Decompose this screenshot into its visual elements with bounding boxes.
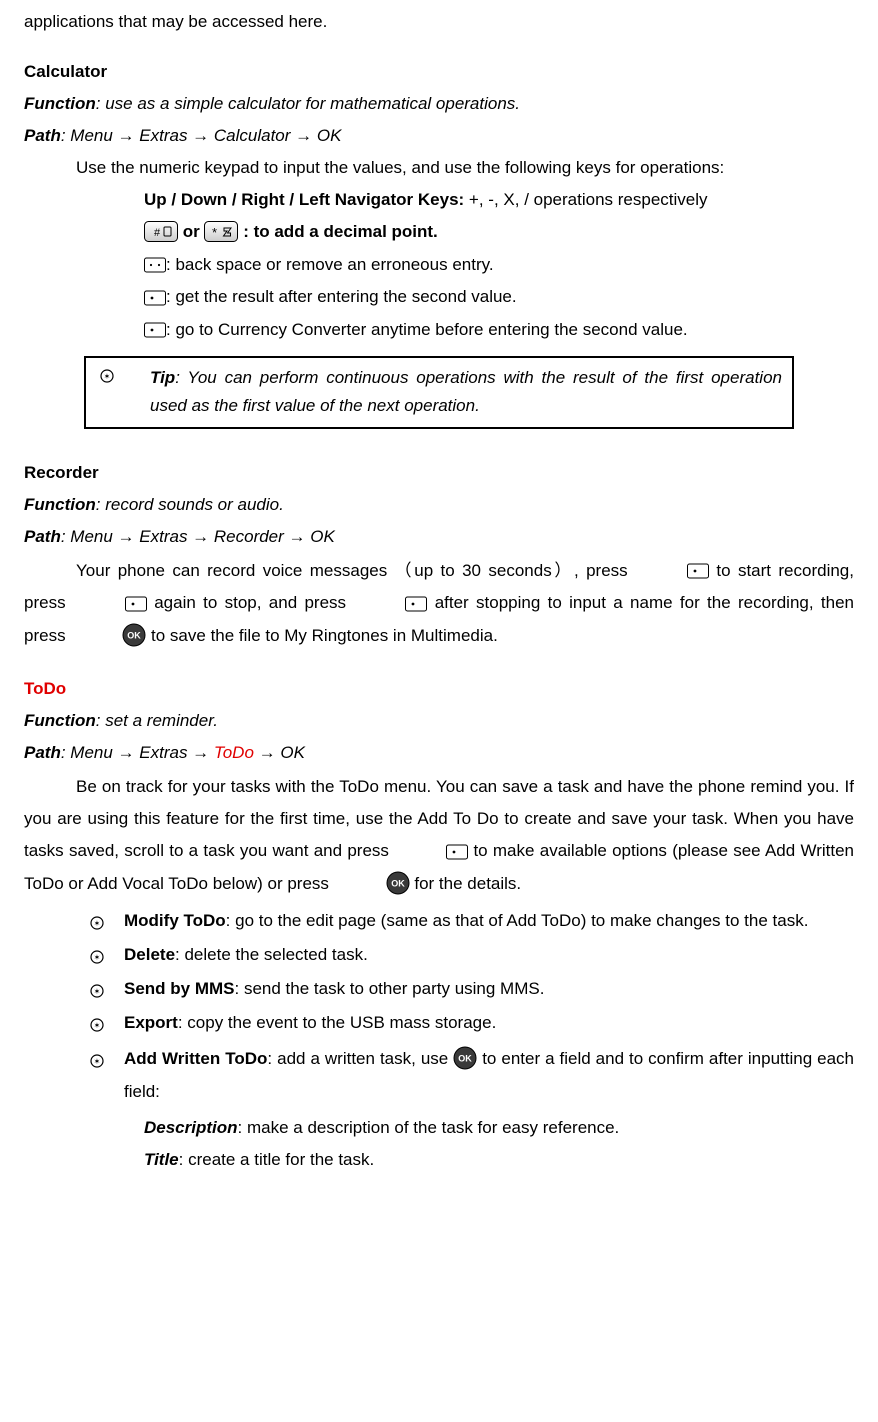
path-label: Path bbox=[24, 743, 61, 762]
add-written-pre: : add a written task, use bbox=[267, 1049, 453, 1068]
item-label: Modify ToDo bbox=[124, 911, 226, 930]
function-label: Function bbox=[24, 94, 96, 113]
calculator-heading: Calculator bbox=[24, 58, 854, 86]
nav-keys-tail: +, -, X, / operations respectively bbox=[469, 190, 708, 209]
path-post: → OK bbox=[254, 743, 305, 762]
recorder-function: Function: record sounds or audio. bbox=[24, 491, 854, 519]
nav-keys-line: Up / Down / Right / Left Navigator Keys:… bbox=[24, 186, 854, 214]
bullet-icon bbox=[90, 911, 104, 939]
recorder-path: Path: Menu → Extras → Recorder → OK bbox=[24, 523, 854, 551]
ok-key-icon bbox=[453, 1043, 477, 1075]
left-softkey-icon bbox=[144, 284, 166, 312]
path-pre: : Menu → Extras → bbox=[61, 743, 214, 762]
path-label: Path bbox=[24, 527, 61, 546]
tip-content: Tip: You can perform continuous operatio… bbox=[150, 364, 782, 420]
title-label: Title bbox=[144, 1150, 179, 1169]
function-text: : use as a simple calculator for mathema… bbox=[96, 94, 520, 113]
path-text: : Menu → Extras → Recorder → OK bbox=[61, 527, 335, 546]
tip-label: Tip bbox=[150, 368, 175, 387]
recorder-body: Your phone can record voice messages （up… bbox=[24, 555, 854, 653]
rec-b5: to save the file to My Ringtones in Mult… bbox=[151, 626, 498, 645]
left-softkey-icon bbox=[635, 555, 709, 587]
ok-key-icon bbox=[70, 620, 146, 652]
function-text: : set a reminder. bbox=[96, 711, 218, 730]
left-softkey-icon bbox=[73, 588, 147, 620]
tip-bullet-icon bbox=[96, 364, 150, 420]
or-word: or bbox=[183, 222, 205, 241]
item-label: Add Written ToDo bbox=[124, 1049, 267, 1068]
backspace-text: : back space or remove an erroneous entr… bbox=[166, 255, 494, 274]
currency-text: : go to Currency Converter anytime befor… bbox=[166, 320, 688, 339]
bullet-icon bbox=[90, 1047, 104, 1079]
item-label: Delete bbox=[124, 945, 175, 964]
path-label: Path bbox=[24, 126, 61, 145]
currency-line: : go to Currency Converter anytime befor… bbox=[24, 316, 854, 345]
list-item: Add Written ToDo: add a written task, us… bbox=[90, 1043, 854, 1108]
function-label: Function bbox=[24, 711, 96, 730]
function-text: : record sounds or audio. bbox=[96, 495, 284, 514]
tip-text: : You can perform continuous operations … bbox=[150, 368, 782, 415]
item-text: : send the task to other party using MMS… bbox=[235, 979, 545, 998]
list-item: Send by MMS: send the task to other part… bbox=[90, 975, 854, 1003]
nav-keys-heading: Up / Down / Right / Left Navigator Keys: bbox=[144, 190, 469, 209]
left-softkey-icon bbox=[353, 588, 427, 620]
left-softkey-icon bbox=[394, 836, 468, 868]
bullet-icon bbox=[90, 1013, 104, 1041]
description-label: Description bbox=[144, 1118, 238, 1137]
calculator-function: Function: use as a simple calculator for… bbox=[24, 90, 854, 118]
list-item: Modify ToDo: go to the edit page (same a… bbox=[90, 907, 854, 935]
path-text: : Menu → Extras → Calculator → OK bbox=[61, 126, 342, 145]
path-red: ToDo bbox=[214, 743, 254, 762]
decimal-line: or : to add a decimal point. bbox=[24, 218, 854, 247]
rec-b1: Your phone can record voice messages （up… bbox=[76, 561, 635, 580]
todo-options-list: Modify ToDo: go to the edit page (same a… bbox=[24, 907, 854, 1108]
description-line: Description: make a description of the t… bbox=[24, 1114, 854, 1142]
todo-b3: for the details. bbox=[414, 874, 521, 893]
tip-box: Tip: You can perform continuous operatio… bbox=[84, 356, 794, 428]
todo-path: Path: Menu → Extras → ToDo → OK bbox=[24, 739, 854, 767]
list-item: Export: copy the event to the USB mass s… bbox=[90, 1009, 854, 1037]
item-text: : delete the selected task. bbox=[175, 945, 368, 964]
rec-b3: again to stop, and press bbox=[154, 593, 353, 612]
item-label: Send by MMS bbox=[124, 979, 235, 998]
todo-function: Function: set a reminder. bbox=[24, 707, 854, 735]
calculator-path: Path: Menu → Extras → Calculator → OK bbox=[24, 122, 854, 150]
result-text: : get the result after entering the seco… bbox=[166, 287, 517, 306]
decimal-text: : to add a decimal point. bbox=[243, 222, 438, 241]
item-text: : go to the edit page (same as that of A… bbox=[226, 911, 809, 930]
hash-key-icon bbox=[144, 219, 178, 247]
todo-body: Be on track for your tasks with the ToDo… bbox=[24, 771, 854, 901]
backspace-line: : back space or remove an erroneous entr… bbox=[24, 251, 854, 280]
intro-fragment: applications that may be accessed here. bbox=[24, 8, 854, 36]
todo-heading: ToDo bbox=[24, 675, 854, 703]
ok-key-icon bbox=[334, 868, 410, 900]
result-line: : get the result after entering the seco… bbox=[24, 283, 854, 312]
description-text: : make a description of the task for eas… bbox=[238, 1118, 620, 1137]
bullet-icon bbox=[90, 979, 104, 1007]
star-key-icon bbox=[204, 219, 238, 247]
title-line: Title: create a title for the task. bbox=[24, 1146, 854, 1174]
right-softkey-icon bbox=[144, 251, 166, 279]
recorder-heading: Recorder bbox=[24, 459, 854, 487]
item-label: Export bbox=[124, 1013, 178, 1032]
item-text: : copy the event to the USB mass storage… bbox=[178, 1013, 496, 1032]
list-item: Delete: delete the selected task. bbox=[90, 941, 854, 969]
title-text: : create a title for the task. bbox=[179, 1150, 375, 1169]
calculator-body: Use the numeric keypad to input the valu… bbox=[24, 154, 854, 182]
bullet-icon bbox=[90, 945, 104, 973]
function-label: Function bbox=[24, 495, 96, 514]
left-softkey-icon bbox=[144, 316, 166, 344]
